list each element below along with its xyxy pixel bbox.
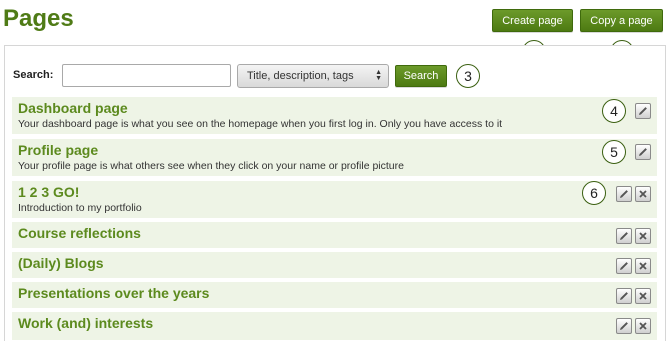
copy-page-button[interactable]: Copy a page — [580, 9, 663, 32]
list-item: Work (and) interests — [12, 312, 657, 341]
list-item: (Daily) Blogs — [12, 252, 657, 279]
callout-marker: 6 — [582, 181, 606, 205]
edit-icon[interactable] — [616, 228, 632, 244]
list-item: Presentations over the years — [12, 282, 657, 309]
page-title-link[interactable]: 1 2 3 GO! — [18, 184, 79, 200]
page-title-link[interactable]: Dashboard page — [18, 100, 128, 116]
list-item: Profile page Your profile page is what o… — [12, 139, 657, 177]
search-scope-select[interactable]: Title, description, tags ▲ ▼ — [237, 64, 389, 88]
edit-icon[interactable] — [616, 186, 632, 202]
list-item: 1 2 3 GO! Introduction to my portfolio — [12, 181, 657, 219]
search-label: Search: — [13, 69, 54, 81]
page-title: Pages — [3, 5, 74, 32]
search-input[interactable] — [62, 64, 231, 87]
create-page-button[interactable]: Create page — [492, 9, 573, 32]
page-title-link[interactable]: Profile page — [18, 142, 98, 158]
edit-icon[interactable] — [616, 258, 632, 274]
edit-icon[interactable] — [635, 103, 651, 119]
search-scope-value: Title, description, tags — [247, 70, 354, 82]
page-description: Your dashboard page is what you see on t… — [18, 118, 503, 130]
delete-icon[interactable] — [635, 288, 651, 304]
delete-icon[interactable] — [635, 318, 651, 334]
select-arrows-icon: ▲ ▼ — [375, 69, 382, 82]
page-title-link[interactable]: Course reflections — [18, 225, 141, 241]
search-button[interactable]: Search — [395, 65, 447, 87]
list-item: Dashboard page Your dashboard page is wh… — [12, 97, 657, 135]
delete-icon[interactable] — [635, 258, 651, 274]
edit-icon[interactable] — [616, 288, 632, 304]
page-description: Your profile page is what others see whe… — [18, 160, 404, 172]
callout-marker: 4 — [602, 99, 626, 123]
list-item: Course reflections — [12, 222, 657, 249]
edit-icon[interactable] — [635, 144, 651, 160]
page-title-link[interactable]: Presentations over the years — [18, 285, 209, 301]
edit-icon[interactable] — [616, 318, 632, 334]
callout-marker: 3 — [456, 64, 480, 88]
page-description: Introduction to my portfolio — [18, 202, 142, 214]
page-title-link[interactable]: Work (and) interests — [18, 315, 153, 331]
delete-icon[interactable] — [635, 186, 651, 202]
page-title-link[interactable]: (Daily) Blogs — [18, 255, 104, 271]
delete-icon[interactable] — [635, 228, 651, 244]
callout-marker: 5 — [602, 140, 626, 164]
